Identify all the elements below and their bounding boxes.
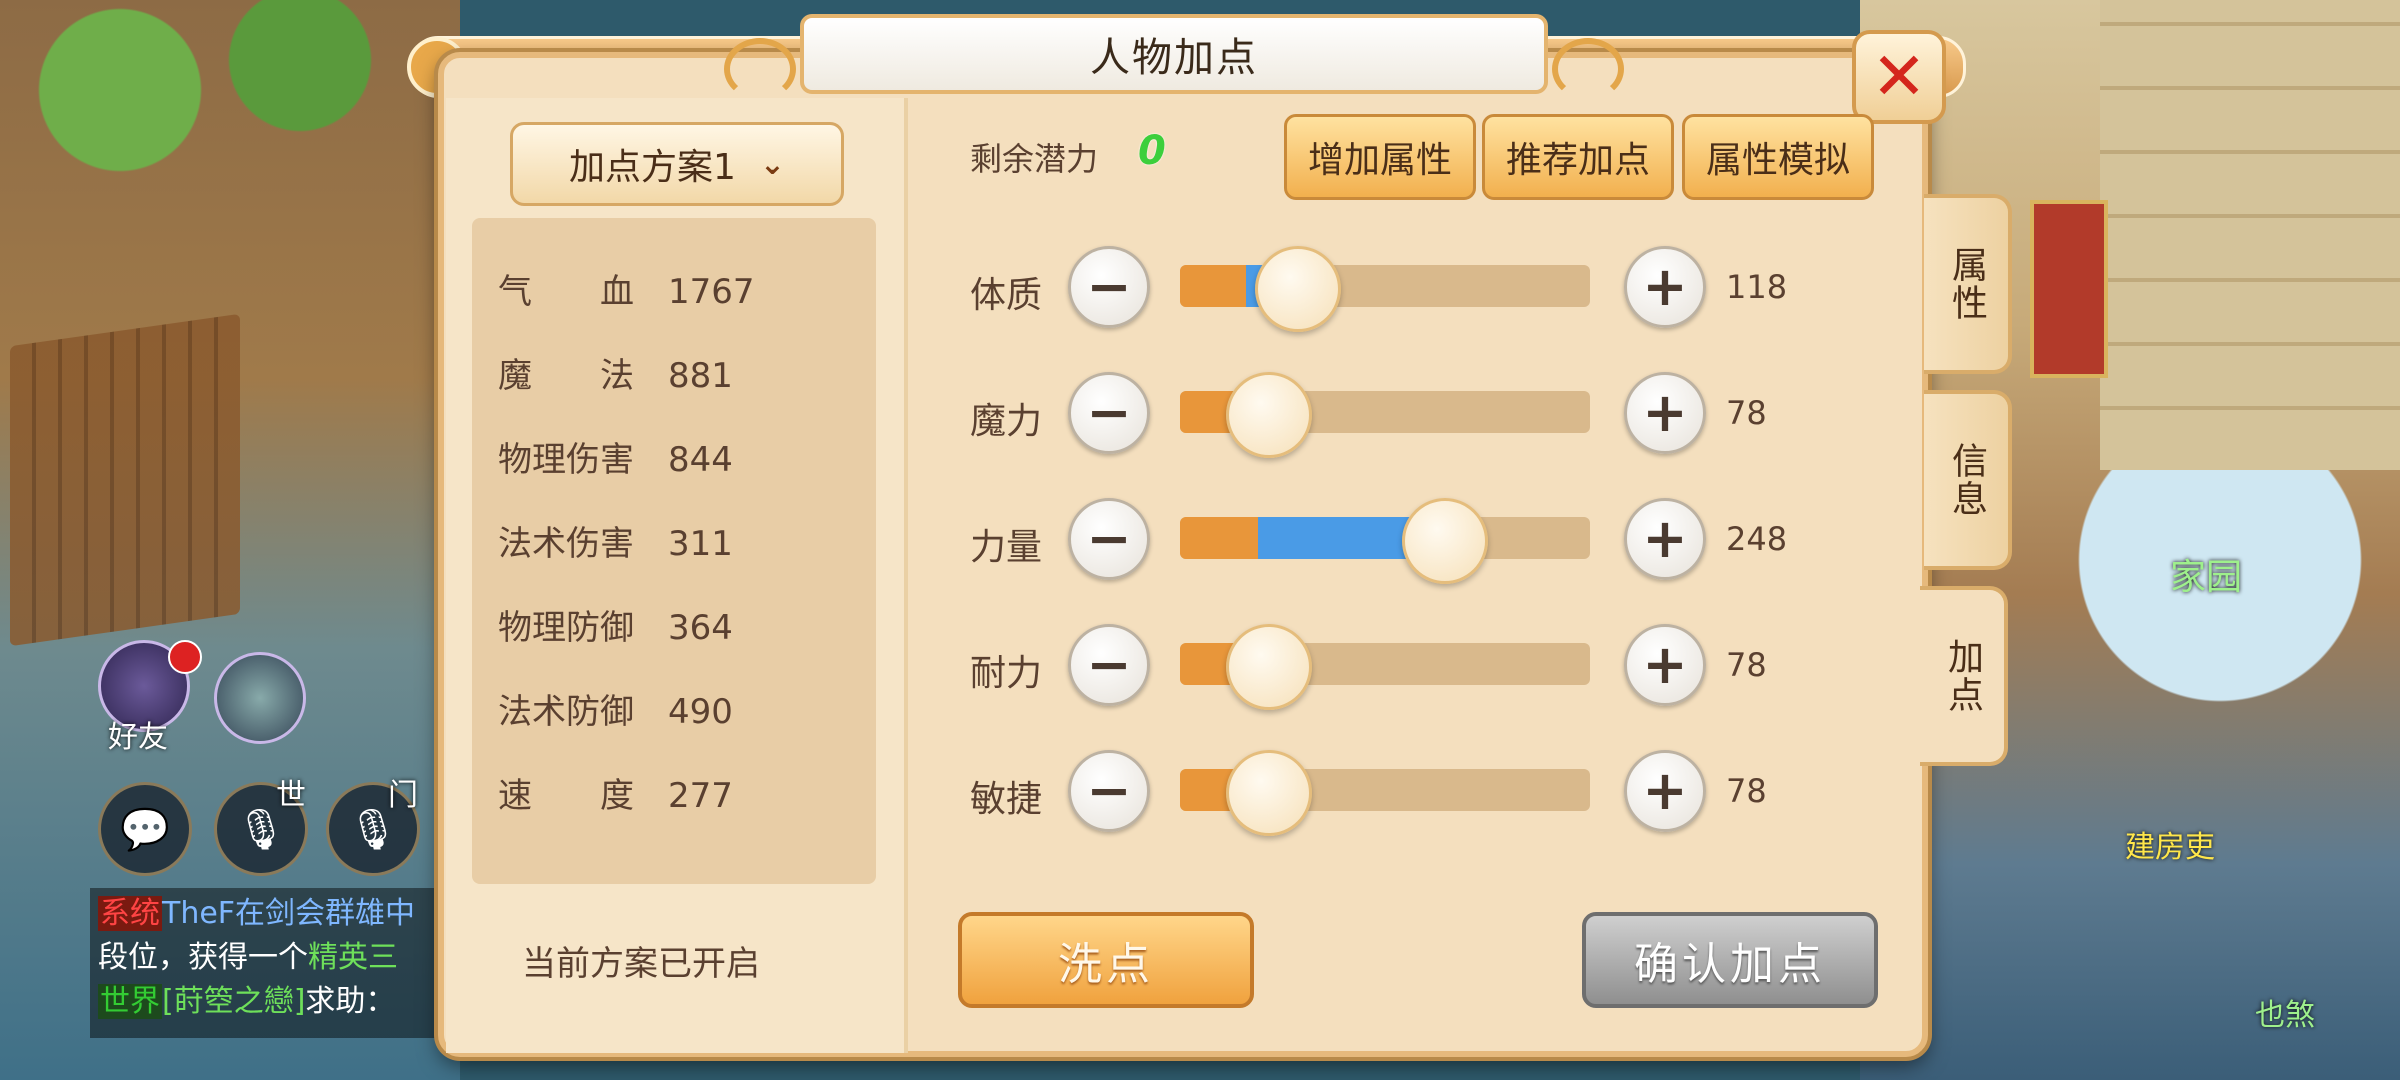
attr-value-endurance: 78 xyxy=(1726,646,1767,684)
red-banner xyxy=(2030,200,2108,378)
slider-strength[interactable] xyxy=(1180,498,1590,584)
wooden-dock xyxy=(10,313,240,647)
chat-bubble-icon[interactable]: 💬 xyxy=(98,782,192,876)
slider-magic[interactable] xyxy=(1180,372,1590,458)
scheme-status-text: 当前方案已开启 xyxy=(522,944,760,984)
slider-agility[interactable] xyxy=(1180,750,1590,836)
chat-line: 世界[莳箜之戀]求助： xyxy=(98,984,396,1019)
chat-log[interactable]: 系统TheF在剑会群雄中 段位，获得一个精英三 世界[莳箜之戀]求助： xyxy=(90,888,470,1038)
base-fill xyxy=(1180,517,1258,559)
close-icon: ✕ xyxy=(1871,38,1927,115)
panel-title: 人物加点 xyxy=(1090,35,1258,81)
chat-line: 系统TheF在剑会群雄中 xyxy=(98,896,416,931)
scheme-dropdown[interactable]: 加点方案1 ⌄ xyxy=(510,122,844,206)
close-button[interactable]: ✕ xyxy=(1852,30,1946,124)
sect-channel-label: 门 xyxy=(388,778,418,813)
attr-value-agility: 78 xyxy=(1726,772,1767,810)
stat-name: 法术防御 xyxy=(498,692,634,732)
add-attribute-button[interactable]: 增加属性 xyxy=(1284,114,1476,200)
home-label[interactable]: 家园 xyxy=(2170,548,2242,600)
plus-button[interactable]: + xyxy=(1624,624,1706,706)
attr-label-endurance: 耐力 xyxy=(970,653,1043,694)
added-fill xyxy=(1258,517,1422,559)
stat-value: 311 xyxy=(668,524,733,564)
attr-value-constitution: 118 xyxy=(1726,268,1788,306)
stat-value: 881 xyxy=(668,356,733,396)
slider-knob[interactable] xyxy=(1402,498,1488,584)
stat-row-phys-def: 物理防御 364 xyxy=(498,600,733,649)
confirm-points-button[interactable]: 确认加点 xyxy=(1582,912,1878,1008)
tab-add-points[interactable]: 加点 xyxy=(1920,586,2008,766)
slider-knob[interactable] xyxy=(1226,372,1312,458)
world-channel-label: 世 xyxy=(276,778,306,813)
plus-button[interactable]: + xyxy=(1624,372,1706,454)
slider-constitution[interactable] xyxy=(1180,246,1590,332)
slider-endurance[interactable] xyxy=(1180,624,1590,710)
attr-value-strength: 248 xyxy=(1726,520,1788,558)
chat-line: 段位，获得一个精英三 xyxy=(98,940,398,975)
stat-name: 法术伤害 xyxy=(498,524,634,564)
minus-button[interactable]: − xyxy=(1068,246,1150,328)
friend-label: 好友 xyxy=(108,720,168,755)
simulate-attribute-button[interactable]: 属性模拟 xyxy=(1682,114,1874,200)
attr-label-strength: 力量 xyxy=(970,527,1043,568)
stat-row-magic-def: 法术防御 490 xyxy=(498,684,733,733)
slider-knob[interactable] xyxy=(1255,246,1341,332)
minus-button[interactable]: − xyxy=(1068,372,1150,454)
minus-button[interactable]: − xyxy=(1068,498,1150,580)
tab-info[interactable]: 信息 xyxy=(1924,390,2012,570)
plus-button[interactable]: + xyxy=(1624,246,1706,328)
stat-row-hp: 气 血 1767 xyxy=(498,264,755,313)
stat-name: 魔 法 xyxy=(498,356,634,396)
base-fill xyxy=(1180,265,1246,307)
stat-name: 物理防御 xyxy=(498,608,634,648)
npc-name-label[interactable]: 建房吏 xyxy=(2125,822,2215,866)
stat-value: 364 xyxy=(668,608,733,648)
attr-value-magic: 78 xyxy=(1726,394,1767,432)
minus-button[interactable]: − xyxy=(1068,624,1150,706)
stat-row-mp: 魔 法 881 xyxy=(498,348,733,397)
stat-value: 1767 xyxy=(668,272,755,312)
slider-knob[interactable] xyxy=(1226,750,1312,836)
stone-building xyxy=(2100,0,2400,470)
attr-label-agility: 敏捷 xyxy=(970,779,1043,820)
attr-label-magic: 魔力 xyxy=(970,401,1043,442)
stat-name: 物理伤害 xyxy=(498,440,634,480)
recommend-points-button[interactable]: 推荐加点 xyxy=(1482,114,1674,200)
stat-row-phys-dmg: 物理伤害 844 xyxy=(498,432,733,481)
remaining-potential-value: 0 xyxy=(1138,128,1166,174)
chevron-down-icon: ⌄ xyxy=(759,146,786,182)
scheme-label: 加点方案1 xyxy=(568,147,736,188)
stat-value: 490 xyxy=(668,692,733,732)
plus-button[interactable]: + xyxy=(1624,498,1706,580)
stat-value: 844 xyxy=(668,440,733,480)
stat-row-speed: 速 度 277 xyxy=(498,768,733,817)
plus-button[interactable]: + xyxy=(1624,750,1706,832)
stat-value: 277 xyxy=(668,776,733,816)
title-ornament-icon xyxy=(1552,38,1624,100)
notification-dot xyxy=(168,640,202,674)
npc-name-label[interactable]: 也煞 xyxy=(2255,990,2315,1034)
pet-avatar-icon[interactable] xyxy=(214,652,306,744)
tab-attributes[interactable]: 属性 xyxy=(1924,194,2012,374)
attr-label-constitution: 体质 xyxy=(970,275,1043,316)
slider-knob[interactable] xyxy=(1226,624,1312,710)
stat-row-magic-dmg: 法术伤害 311 xyxy=(498,516,733,565)
reset-points-button[interactable]: 洗点 xyxy=(958,912,1254,1008)
title-ornament-icon xyxy=(724,38,796,100)
minus-button[interactable]: − xyxy=(1068,750,1150,832)
remaining-potential-label: 剩余潜力 xyxy=(970,140,1099,178)
title-plate: 人物加点 xyxy=(724,14,1624,100)
stat-name: 气 血 xyxy=(498,272,634,312)
stat-name: 速 度 xyxy=(498,776,634,816)
